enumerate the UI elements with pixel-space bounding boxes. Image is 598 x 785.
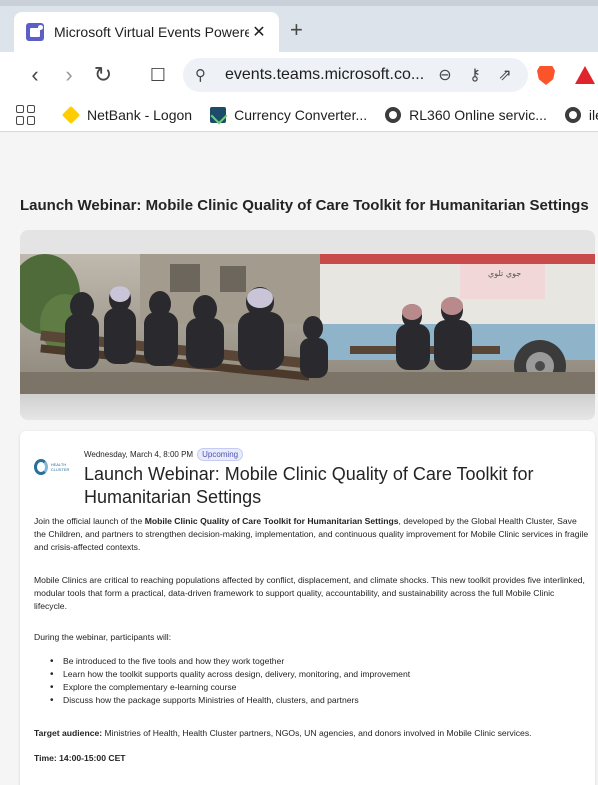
netbank-icon xyxy=(61,105,81,124)
brave-shields-icon[interactable] xyxy=(537,66,555,85)
status-badge: Upcoming xyxy=(197,448,244,461)
health-cluster-logo-text: HEALTH CLUSTER xyxy=(50,462,70,472)
browser-tab[interactable]: Microsoft Virtual Events Powered ✕ xyxy=(14,12,279,52)
list-item: Discuss how the package supports Ministr… xyxy=(48,694,588,707)
site-info-icon[interactable]: ⚲ xyxy=(195,66,215,84)
globe-icon xyxy=(564,106,581,123)
bookmark-currency-converter[interactable]: Currency Converter... xyxy=(210,106,368,123)
description-text: Join the official launch of the xyxy=(34,516,145,526)
bookmark-label: ilearn xyxy=(588,106,598,123)
globe-icon xyxy=(385,106,402,123)
list-item: Be introduced to the five tools and how … xyxy=(48,655,588,668)
new-tab-button[interactable]: + xyxy=(290,18,303,42)
zoom-icon[interactable]: ⊖ xyxy=(430,65,460,85)
tab-close-icon[interactable]: ✕ xyxy=(249,22,269,42)
bookmarks-bar: NetBank - Logon Currency Converter... RL… xyxy=(0,98,598,132)
page-content: Launch Webinar: Mobile Clinic Quality of… xyxy=(0,133,598,785)
bookmark-rl360[interactable]: RL360 Online servic... xyxy=(385,106,547,123)
address-bar[interactable]: ⚲ events.teams.microsoft.co... ⊖ ⚷ ⇗ xyxy=(183,58,528,92)
target-audience-text: Ministries of Health, Health Cluster par… xyxy=(102,728,532,738)
tab-title: Microsoft Virtual Events Powered xyxy=(54,24,249,40)
bookmark-ilearn[interactable]: ilearn xyxy=(564,106,598,123)
tab-strip: Microsoft Virtual Events Powered ✕ + xyxy=(0,0,598,52)
hero-photo: جوي تلوي xyxy=(20,254,595,394)
currency-converter-icon xyxy=(210,106,227,123)
apps-grid-icon[interactable] xyxy=(16,104,35,125)
password-key-icon[interactable]: ⚷ xyxy=(460,65,490,85)
list-item: Learn how the toolkit supports quality a… xyxy=(48,668,588,681)
back-button[interactable]: ‹ xyxy=(20,60,50,90)
webinar-bullet-list: Be introduced to the five tools and how … xyxy=(48,655,588,707)
description-paragraph: During the webinar, participants will: xyxy=(34,632,172,642)
page-title: Launch Webinar: Mobile Clinic Quality of… xyxy=(20,197,589,214)
hero-banner: جوي تلوي xyxy=(20,230,595,420)
brave-rewards-icon[interactable] xyxy=(575,66,595,84)
description-paragraph: Mobile Clinics are critical to reaching … xyxy=(34,575,585,611)
bookmark-page-icon[interactable]: ☐ xyxy=(143,60,173,90)
hero-bottom-bar xyxy=(20,394,595,420)
window-top-edge xyxy=(0,0,598,6)
event-title: Launch Webinar: Mobile Clinic Quality of… xyxy=(84,464,534,507)
url-text[interactable]: events.teams.microsoft.co... xyxy=(225,66,430,84)
forward-button[interactable]: › xyxy=(54,60,84,90)
share-icon[interactable]: ⇗ xyxy=(490,65,520,85)
event-date-text: Wednesday, March 4, 8:00 PM xyxy=(84,450,194,459)
teams-icon xyxy=(26,23,44,41)
bookmark-netbank[interactable]: NetBank - Logon xyxy=(61,105,193,124)
reload-button[interactable]: ↻ xyxy=(88,60,118,90)
bookmark-label: RL360 Online servic... xyxy=(409,106,547,123)
event-date: Wednesday, March 4, 8:00 PM Upcoming xyxy=(84,448,244,461)
browser-toolbar: ‹ › ↻ ☐ ⚲ events.teams.microsoft.co... ⊖… xyxy=(0,52,598,98)
bookmark-label: NetBank - Logon xyxy=(87,106,193,123)
event-details-card: HEALTH CLUSTER Wednesday, March 4, 8:00 … xyxy=(20,431,595,785)
hero-sign-text: جوي تلوي xyxy=(488,269,521,278)
health-cluster-logo: HEALTH CLUSTER xyxy=(34,457,78,477)
target-audience: Target audience: Ministries of Health, H… xyxy=(34,727,589,740)
event-time: Time: 14:00-15:00 CET xyxy=(34,753,126,763)
health-cluster-logo-icon xyxy=(34,459,48,475)
target-audience-label: Target audience: xyxy=(34,728,103,738)
bookmark-label: Currency Converter... xyxy=(234,106,368,123)
description-bold-text: Mobile Clinic Quality of Care Toolkit fo… xyxy=(144,516,399,526)
description-paragraph: Join the official launch of the Mobile C… xyxy=(34,515,589,554)
list-item: Explore the complementary e-learning cou… xyxy=(48,681,588,694)
